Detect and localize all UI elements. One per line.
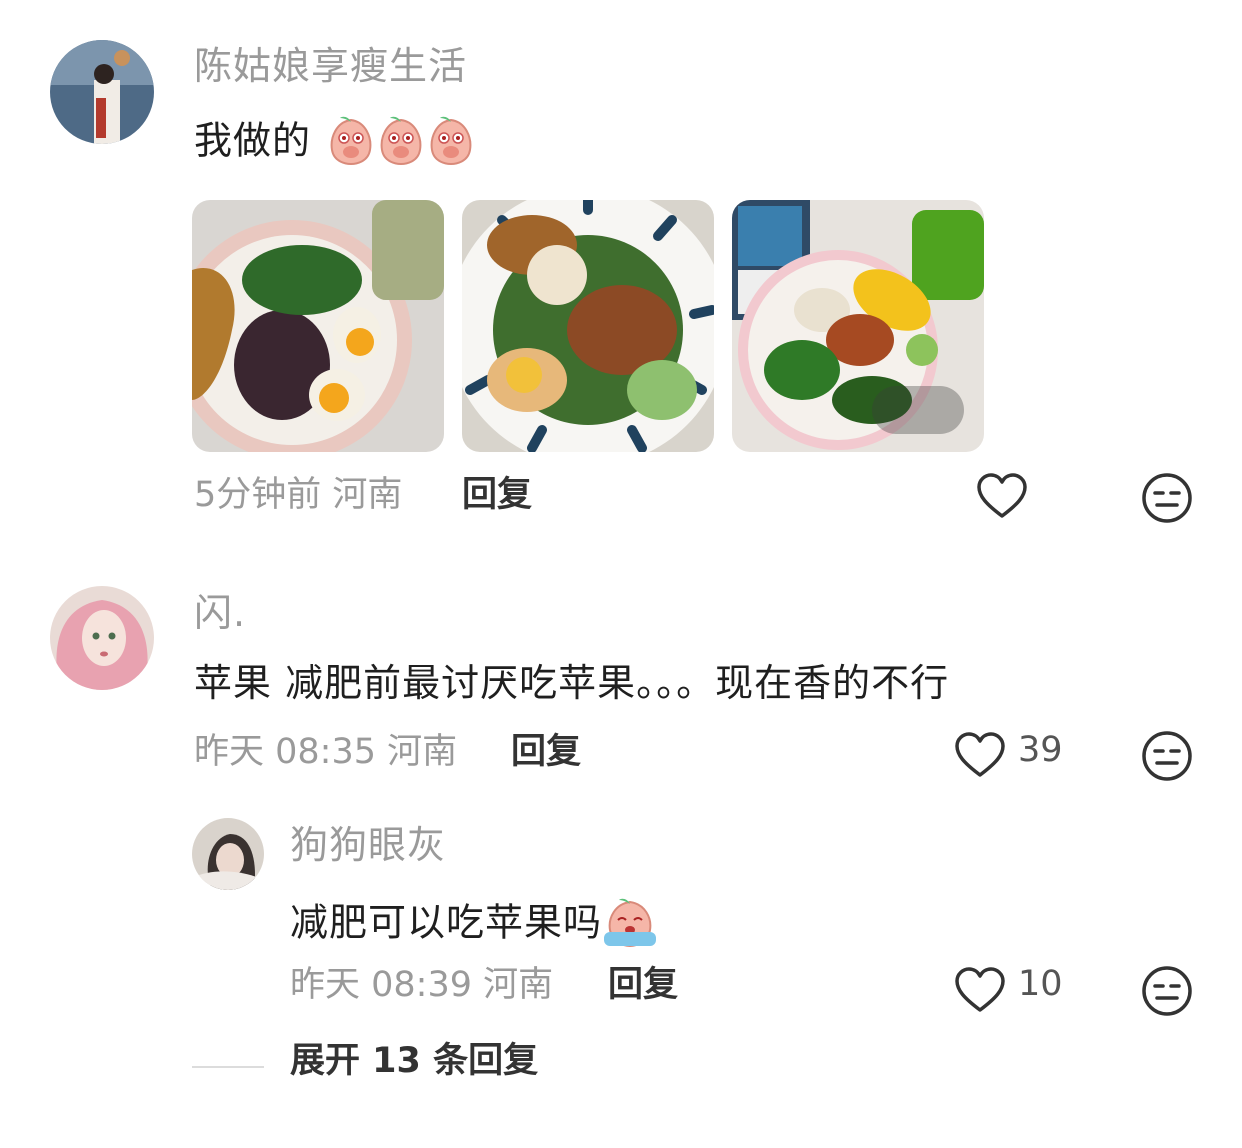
heart-icon[interactable] [954,731,1006,783]
comment-text: 苹果 减肥前最讨厌吃苹果。。。现在香的不行 [194,661,950,705]
like-count: 39 [1018,730,1063,770]
comment-text: 减肥可以吃苹果吗 [290,896,658,954]
meh-face-icon[interactable] [1141,730,1193,786]
food-photo-3[interactable] [732,200,984,452]
meh-face-icon[interactable] [1141,472,1193,528]
comment-text-value: 减肥可以吃苹果吗 [290,900,603,945]
time-text: 昨天 08:35 [194,732,376,772]
time-text: 5分钟前 [194,475,322,515]
expand-divider [192,1066,264,1068]
location-text: 河南 [387,732,458,772]
meh-face-icon[interactable] [1141,965,1193,1021]
expand-replies-button[interactable]: 展开 13 条回复 [290,1044,538,1079]
peach-emoji [326,114,376,172]
reply-button[interactable]: 回复 [462,478,532,513]
location-text: 河南 [483,965,554,1005]
food-photo-2[interactable] [462,200,714,452]
heart-icon[interactable] [954,966,1006,1018]
avatar[interactable] [50,586,154,690]
comment-time: 昨天 08:39 河南 [290,968,553,1003]
reply-button[interactable]: 回复 [608,968,678,1003]
avatar[interactable] [192,818,264,890]
comment-text: 我做的 [194,114,476,172]
comment-text-value: 我做的 [194,118,312,163]
time-text: 昨天 08:39 [290,965,472,1005]
avatar[interactable] [50,40,154,144]
username[interactable]: 狗狗眼灰 [290,826,446,864]
peach-crying-emoji [602,896,658,954]
peach-emoji [376,114,426,172]
username[interactable]: 闪. [194,594,246,632]
comment-time: 5分钟前 河南 [194,478,402,513]
comment-time: 昨天 08:35 河南 [194,735,457,770]
heart-icon[interactable] [976,472,1028,524]
location-text: 河南 [332,475,403,515]
username[interactable]: 陈姑娘享瘦生活 [194,47,467,85]
food-photo-1[interactable] [192,200,444,452]
reply-button[interactable]: 回复 [511,735,581,770]
peach-emoji [426,114,476,172]
like-count: 10 [1018,964,1063,1004]
